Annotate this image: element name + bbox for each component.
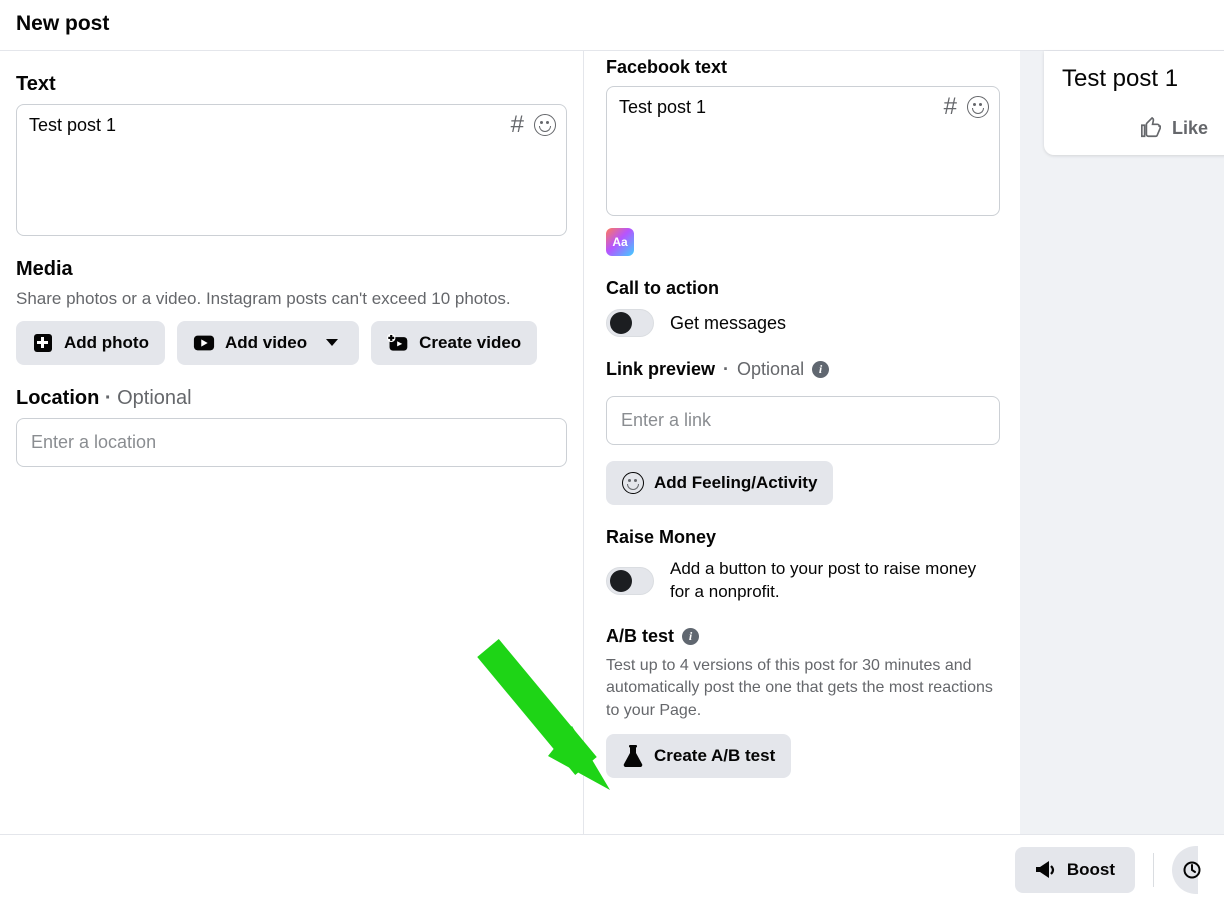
middle-column: Facebook text Test post 1 # Aa Call to a… xyxy=(584,51,1020,835)
footer-divider xyxy=(1153,853,1154,887)
feeling-icon xyxy=(622,472,644,494)
raise-money-desc: Add a button to your post to raise money… xyxy=(670,558,1000,604)
emoji-icon[interactable] xyxy=(534,114,556,136)
video-icon xyxy=(193,332,215,354)
info-icon[interactable]: i xyxy=(682,628,699,645)
location-section-label: Location · Optional xyxy=(16,387,567,410)
fb-text-label: Facebook text xyxy=(606,57,1000,78)
add-photo-label: Add photo xyxy=(64,333,149,353)
hashtag-icon[interactable]: # xyxy=(511,111,524,139)
chevron-down-icon xyxy=(321,332,343,354)
emoji-icon[interactable] xyxy=(967,96,989,118)
boost-button[interactable]: Boost xyxy=(1015,847,1135,893)
info-icon[interactable]: i xyxy=(812,361,829,378)
raise-money-label: Raise Money xyxy=(606,527,1000,548)
like-label: Like xyxy=(1172,118,1208,139)
create-abtest-label: Create A/B test xyxy=(654,746,775,766)
flask-icon xyxy=(622,745,644,767)
text-background-button[interactable]: Aa xyxy=(606,228,634,256)
cta-toggle[interactable] xyxy=(606,309,654,337)
add-video-label: Add video xyxy=(225,333,307,353)
preview-text: Test post 1 xyxy=(1062,65,1224,93)
post-text-input[interactable]: Test post 1 # xyxy=(16,104,567,236)
cta-label: Call to action xyxy=(606,278,1000,299)
media-section-sublabel: Share photos or a video. Instagram posts… xyxy=(16,289,567,309)
location-optional-label: Optional xyxy=(117,387,192,409)
footer-bar: Boost xyxy=(0,834,1224,904)
create-video-button[interactable]: Create video xyxy=(371,321,537,365)
clock-icon xyxy=(1183,861,1201,879)
raise-money-toggle[interactable] xyxy=(606,567,654,595)
post-text-value: Test post 1 xyxy=(29,115,116,135)
abtest-desc: Test up to 4 versions of this post for 3… xyxy=(606,655,1000,722)
create-video-label: Create video xyxy=(419,333,521,353)
add-photo-button[interactable]: Add photo xyxy=(16,321,165,365)
boost-label: Boost xyxy=(1067,860,1115,880)
create-abtest-button[interactable]: Create A/B test xyxy=(606,734,791,778)
link-input[interactable] xyxy=(606,396,1000,445)
like-icon xyxy=(1140,117,1162,139)
abtest-label-row: A/B test i xyxy=(606,626,1000,647)
page-title: New post xyxy=(16,12,1208,36)
preview-like-button[interactable]: Like xyxy=(1062,117,1224,139)
annotation-arrow xyxy=(458,638,618,808)
preview-column: Test post 1 Like xyxy=(1020,51,1224,835)
add-feeling-label: Add Feeling/Activity xyxy=(654,473,817,493)
hashtag-icon[interactable]: # xyxy=(944,93,957,121)
fb-text-input[interactable]: Test post 1 # xyxy=(606,86,1000,216)
location-input[interactable] xyxy=(16,418,567,467)
media-section-label: Media xyxy=(16,258,567,281)
add-feeling-button[interactable]: Add Feeling/Activity xyxy=(606,461,833,505)
page-header: New post xyxy=(0,0,1224,51)
megaphone-icon xyxy=(1035,859,1057,881)
fb-text-value: Test post 1 xyxy=(619,97,706,117)
link-preview-label: Link preview · Optional i xyxy=(606,359,1000,380)
photo-plus-icon xyxy=(32,332,54,354)
text-section-label: Text xyxy=(16,73,567,96)
video-plus-icon xyxy=(387,332,409,354)
cta-value: Get messages xyxy=(670,313,786,334)
post-preview-card: Test post 1 Like xyxy=(1044,51,1224,155)
add-video-button[interactable]: Add video xyxy=(177,321,359,365)
footer-cutoff-button[interactable] xyxy=(1172,846,1198,894)
